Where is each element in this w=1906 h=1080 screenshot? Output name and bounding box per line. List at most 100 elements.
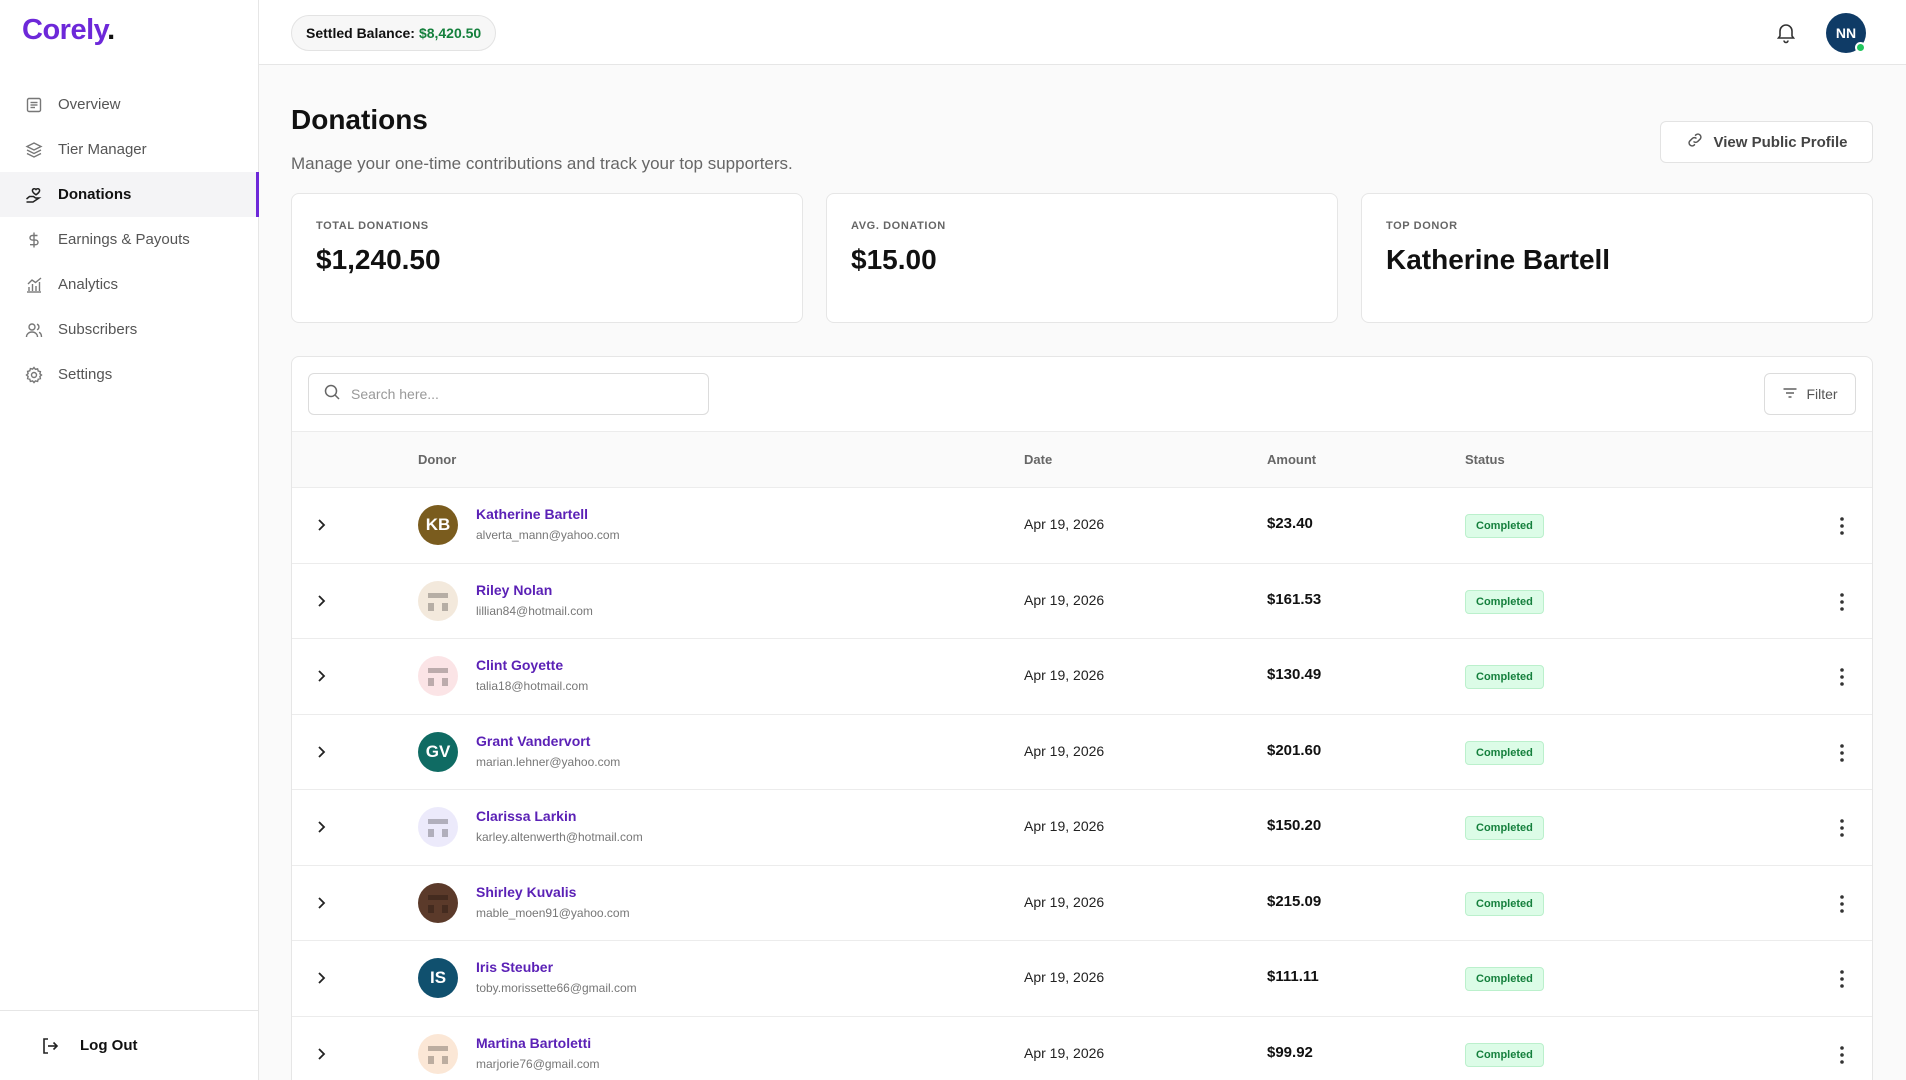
donation-amount: $215.09 xyxy=(1267,892,1322,910)
donor-email: alverta_mann@yahoo.com xyxy=(476,528,620,542)
sidebar-item-earnings-payouts[interactable]: Earnings & Payouts xyxy=(0,217,259,262)
notification-bell-icon[interactable] xyxy=(1774,20,1798,44)
gear-icon xyxy=(24,365,44,385)
main-content: Settled Balance: $8,420.50 NN Donations … xyxy=(259,0,1906,1080)
stat-value: $1,240.50 xyxy=(316,244,441,275)
column-header-status[interactable]: Status xyxy=(1465,452,1505,467)
chevron-right-icon[interactable] xyxy=(312,667,330,685)
brand-logo[interactable]: Corely. xyxy=(22,14,115,47)
table-row[interactable]: IS Iris Steuber toby.morissette66@gmail.co… xyxy=(292,941,1872,1017)
sidebar-item-analytics[interactable]: Analytics xyxy=(0,262,259,307)
balance-value: $8,420.50 xyxy=(418,25,482,41)
view-public-profile-button[interactable]: View Public Profile xyxy=(1660,121,1873,163)
donor-initials: KB xyxy=(425,515,451,534)
filter-icon xyxy=(1782,385,1798,404)
column-header-donor[interactable]: Donor xyxy=(418,452,456,467)
users-icon xyxy=(24,320,44,340)
balance-label: Settled Balance: xyxy=(306,25,415,41)
chevron-right-icon[interactable] xyxy=(312,894,330,912)
sidebar-item-overview[interactable]: Overview xyxy=(0,82,259,127)
donations-table: Filter Donor Date Amount Status KB Kather… xyxy=(291,356,1873,1080)
sidebar-item-label: Overview xyxy=(58,96,121,113)
donation-date: Apr 19, 2026 xyxy=(1024,1044,1105,1061)
more-options-icon[interactable] xyxy=(1830,590,1854,614)
sidebar-item-subscribers[interactable]: Subscribers xyxy=(0,307,259,352)
more-options-icon[interactable] xyxy=(1830,892,1854,916)
sidebar-item-tier-manager[interactable]: Tier Manager xyxy=(0,127,259,172)
donor-avatar: GV xyxy=(418,731,458,772)
donation-date: Apr 19, 2026 xyxy=(1024,969,1105,985)
chevron-right-icon[interactable] xyxy=(312,592,330,610)
donation-amount: $111.11 xyxy=(1267,968,1319,985)
chevron-right-icon[interactable] xyxy=(312,743,330,761)
donor-name[interactable]: Shirley Kuvalis xyxy=(476,884,576,900)
chart-icon xyxy=(24,275,44,295)
donation-amount: $130.49 xyxy=(1267,666,1322,683)
donor-email: toby.morissette66@gmail.com xyxy=(476,981,637,995)
stat-value: Katherine Bartell xyxy=(1386,244,1611,275)
chevron-right-icon[interactable] xyxy=(312,969,330,987)
table-row[interactable]: KB Katherine Bartell alverta_mann@yahoo.co… xyxy=(292,488,1872,564)
donor-email: talia18@hotmail.com xyxy=(476,679,589,693)
donor-name[interactable]: Katherine Bartell xyxy=(476,506,588,522)
donation-date: Apr 19, 2026 xyxy=(1024,818,1105,834)
more-options-icon[interactable] xyxy=(1830,665,1854,689)
donor-email: karley.altenwerth@hotmail.com xyxy=(476,830,643,844)
table-row[interactable]: Clint Goyette talia18@hotmail.com Apr 19, … xyxy=(292,639,1872,715)
table-row[interactable]: Shirley Kuvalis mable_moen91@yahoo.com Apr… xyxy=(292,866,1872,941)
donor-avatar: IS xyxy=(418,958,458,998)
sidebar-item-settings[interactable]: Settings xyxy=(0,352,259,397)
table-row[interactable]: Riley Nolan lillian84@hotmail.com Apr 19, … xyxy=(292,564,1872,639)
table-row[interactable]: Martina Bartoletti marjorie76@gmail.com Ap… xyxy=(292,1017,1872,1080)
chevron-right-icon[interactable] xyxy=(312,818,330,836)
sidebar-item-label: Subscribers xyxy=(58,321,138,338)
donor-initials: IS xyxy=(429,968,447,987)
status-badge: Completed xyxy=(1465,1042,1544,1067)
sidebar: Corely. Overview Tier Manager Donations xyxy=(0,0,259,1080)
link-icon xyxy=(1686,131,1704,153)
donation-amount: $23.40 xyxy=(1267,515,1313,532)
donor-name[interactable]: Martina Bartoletti xyxy=(476,1035,591,1051)
donor-name[interactable]: Riley Nolan xyxy=(476,582,552,598)
chevron-right-icon[interactable] xyxy=(312,1045,330,1063)
table-row[interactable]: GV Grant Vandervort marian.lehner@yahoo.co… xyxy=(292,715,1872,790)
stat-value: $15.00 xyxy=(851,244,937,275)
stat-card-avg-donation: AVG. DONATION $15.00 xyxy=(826,193,1338,323)
donor-name[interactable]: Iris Steuber xyxy=(476,959,553,975)
more-options-icon[interactable] xyxy=(1830,514,1854,538)
donation-date: Apr 19, 2026 xyxy=(1024,742,1105,759)
donor-email: lillian84@hotmail.com xyxy=(476,603,593,618)
logout-button[interactable]: Log Out xyxy=(0,1010,259,1080)
donor-avatar-image xyxy=(418,1033,458,1074)
search-input[interactable] xyxy=(351,386,691,402)
donor-avatar: KB xyxy=(418,505,458,545)
search-icon xyxy=(323,383,341,406)
more-options-icon[interactable] xyxy=(1830,741,1854,765)
chevron-right-icon[interactable] xyxy=(312,516,330,534)
donor-name[interactable]: Grant Vandervort xyxy=(476,733,590,749)
sidebar-item-label: Settings xyxy=(58,366,113,383)
column-header-amount[interactable]: Amount xyxy=(1267,452,1316,467)
settled-balance: Settled Balance: $8,420.50 xyxy=(291,15,497,51)
table-row[interactable]: Clarissa Larkin karley.altenwerth@hotmail… xyxy=(292,790,1872,866)
online-status-dot xyxy=(1855,42,1866,53)
donor-name[interactable]: Clarissa Larkin xyxy=(476,808,576,824)
stat-label: AVG. DONATION xyxy=(851,220,946,232)
page-subtitle: Manage your one-time contributions and t… xyxy=(291,154,793,173)
stat-card-total-donations: TOTAL DONATIONS $1,240.50 xyxy=(291,193,803,323)
status-badge: Completed xyxy=(1465,514,1544,538)
filter-button[interactable]: Filter xyxy=(1764,373,1856,415)
logout-label: Log Out xyxy=(80,1037,138,1054)
status-badge: Completed xyxy=(1465,665,1544,689)
document-icon xyxy=(24,95,44,115)
more-options-icon[interactable] xyxy=(1830,967,1854,991)
status-badge: Completed xyxy=(1465,589,1544,614)
more-options-icon[interactable] xyxy=(1830,816,1854,840)
sidebar-item-donations[interactable]: Donations xyxy=(0,172,259,217)
dollar-icon xyxy=(24,230,44,250)
search-box[interactable] xyxy=(308,373,709,415)
column-header-date[interactable]: Date xyxy=(1024,452,1052,467)
more-options-icon[interactable] xyxy=(1830,1043,1854,1067)
donor-name[interactable]: Clint Goyette xyxy=(476,657,563,673)
user-avatar[interactable]: NN xyxy=(1826,13,1866,53)
